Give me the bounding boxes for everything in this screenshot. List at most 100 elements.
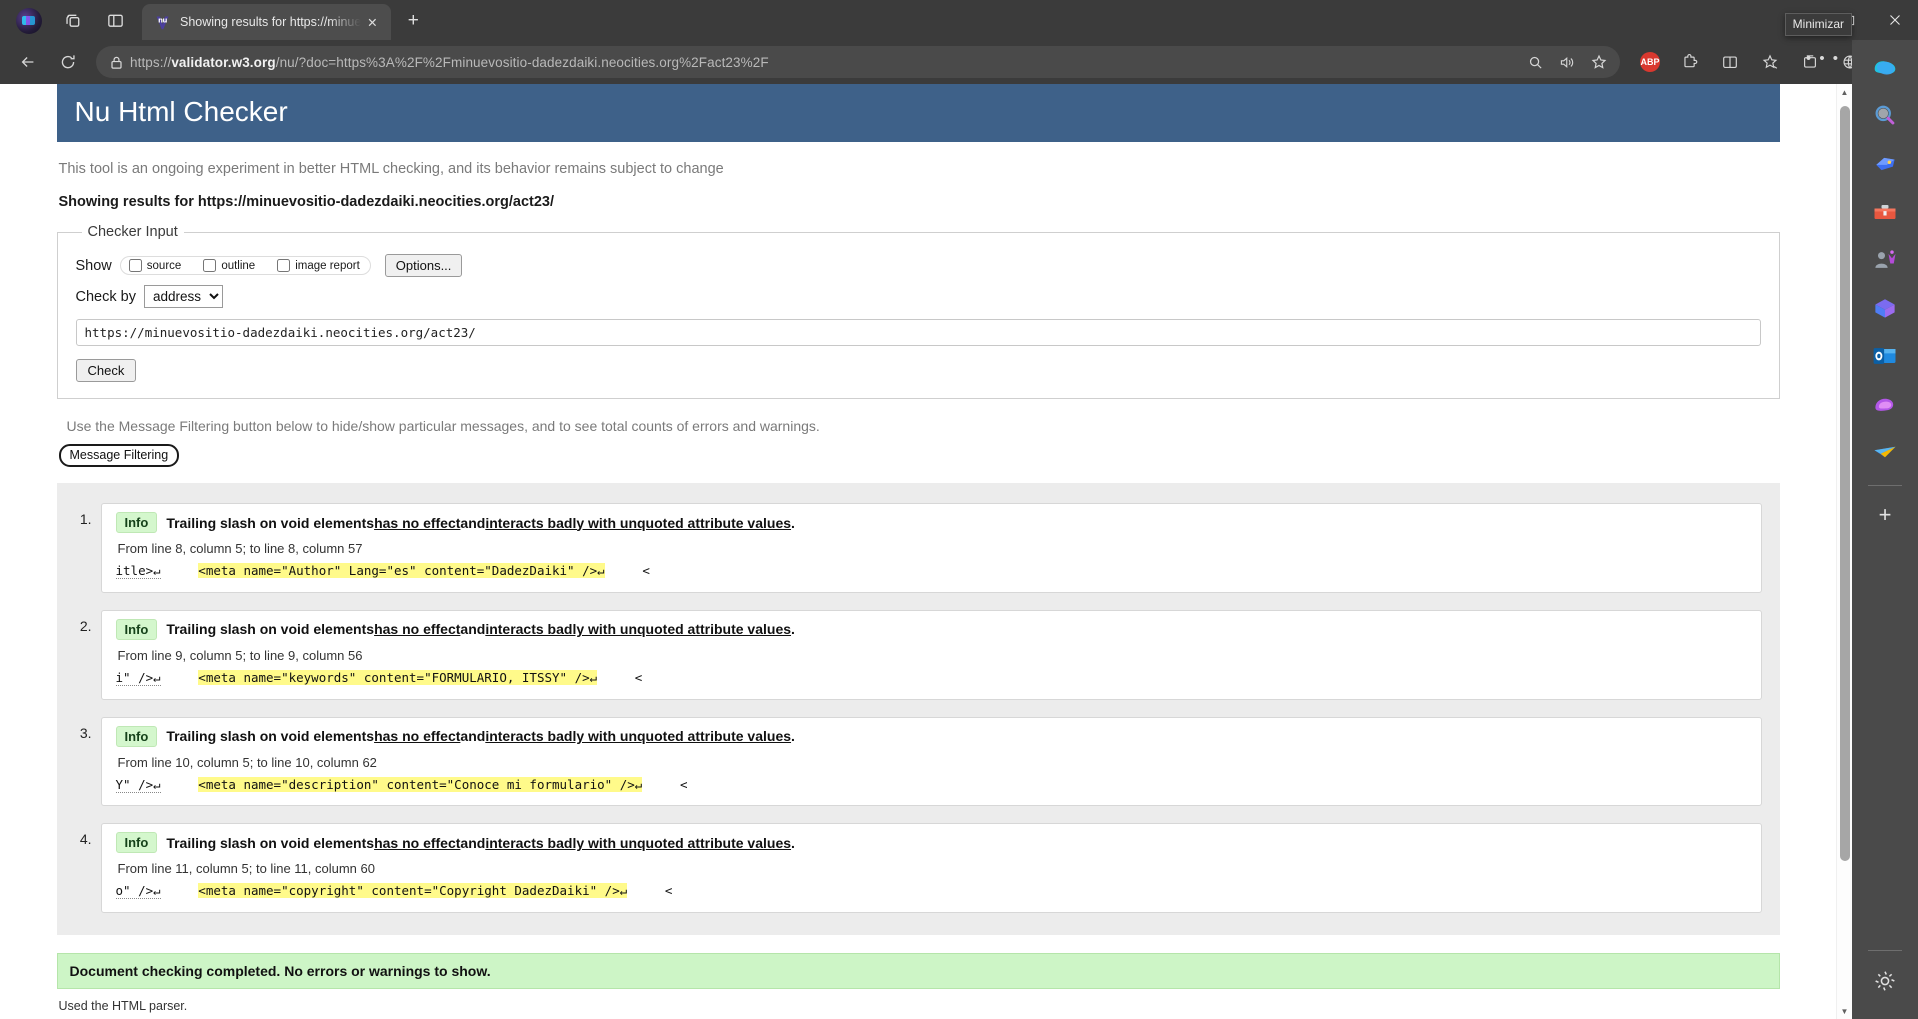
checkbox-outline[interactable]: outline	[203, 259, 255, 272]
search-icon[interactable]	[1520, 48, 1550, 76]
page-scrollbar[interactable]: ▲ ▼	[1836, 84, 1852, 1019]
message-text-mid: and	[460, 621, 486, 638]
search-icon[interactable]	[1865, 96, 1905, 136]
browser-tab[interactable]: nu Showing results for https://minue ✕	[142, 4, 392, 40]
extract-highlight: <meta name="description" content="Conoce…	[198, 776, 643, 792]
scrollbar-thumb[interactable]	[1840, 106, 1850, 861]
parser-info: Used the HTML parser.	[58, 999, 188, 1013]
sidebar-more-options-icon[interactable]: • • •	[1806, 50, 1840, 67]
extract-before: Y" />↵	[115, 776, 161, 793]
checkbox-source[interactable]: source	[128, 259, 181, 272]
message-card: Info Trailing slash on void elements has…	[100, 503, 1762, 593]
message-link-1[interactable]: has no effect	[374, 835, 460, 851]
checkbox-image-report[interactable]: image report	[277, 259, 360, 272]
message-link-2[interactable]: interacts badly with unquoted attribute …	[485, 835, 791, 851]
message-link-2[interactable]: interacts badly with unquoted attribute …	[485, 728, 791, 744]
new-tab-button[interactable]: +	[397, 6, 429, 36]
extract-after: <	[634, 669, 643, 685]
lead-paragraph: This tool is an ongoing experiment in be…	[58, 161, 724, 177]
check-by-row: Check by address	[76, 285, 1761, 308]
options-button[interactable]: Options...	[384, 254, 463, 277]
copilot-icon[interactable]	[1865, 48, 1905, 88]
extract-before: itle>↵	[115, 563, 161, 579]
message-location: From line 8, column 5; to line 8, column…	[117, 541, 363, 556]
checkbox-image-report-label: image report	[295, 259, 360, 272]
message-card: Info Trailing slash on void elements has…	[100, 823, 1762, 913]
address-bar[interactable]: https://validator.w3.org/nu/?doc=https%3…	[96, 46, 1620, 78]
message-number: 3.	[79, 724, 92, 741]
checkbox-outline-input[interactable]	[203, 259, 217, 272]
message-text-after: .	[791, 834, 795, 851]
message-number: 4.	[79, 831, 92, 848]
message-extract: o" />↵ <meta name="copyright" content="C…	[115, 882, 1747, 901]
address-input[interactable]	[75, 319, 1761, 346]
message-text-mid: and	[460, 514, 486, 531]
message-text-before: Trailing slash on void elements	[166, 728, 375, 744]
checkbox-image-report-input[interactable]	[277, 259, 291, 272]
check-by-select[interactable]: address	[143, 285, 223, 308]
sidebar-divider	[1868, 485, 1902, 486]
browser-window: nu Showing results for https://minue ✕ +…	[0, 0, 1918, 1019]
message-link-1[interactable]: has no effect	[374, 728, 460, 744]
favorites-icon[interactable]	[1753, 45, 1787, 79]
message-extract: Y" />↵ <meta name="description" content=…	[115, 776, 1747, 795]
drop-icon[interactable]	[1865, 384, 1905, 424]
outlook-icon[interactable]	[1865, 336, 1905, 376]
collections-icon[interactable]	[1865, 288, 1905, 328]
showing-results-heading: Showing results for https://minuevositio…	[58, 194, 555, 210]
extract-after: <	[642, 563, 650, 578]
check-button[interactable]: Check	[75, 359, 137, 382]
add-sidebar-app-button[interactable]: +	[1865, 495, 1905, 535]
scroll-up-arrow[interactable]: ▲	[1837, 84, 1852, 100]
message-item: 4. Info Trailing slash on void elements …	[75, 823, 1762, 913]
favorite-star-icon[interactable]	[1584, 48, 1614, 76]
message-filtering-button[interactable]: Message Filtering	[58, 444, 180, 467]
gear-icon[interactable]	[1865, 961, 1905, 1001]
url-path: /nu/?doc=https%3A%2F%2Fminuevositio-dade…	[275, 54, 769, 70]
message-text-before: Trailing slash on void elements	[166, 834, 375, 851]
message-link-1[interactable]: has no effect	[374, 515, 460, 531]
site-security-lock-icon[interactable]	[102, 55, 130, 70]
show-label: Show	[75, 257, 112, 274]
show-checkbox-group: source outline image report	[119, 256, 371, 275]
games-icon[interactable]	[1865, 240, 1905, 280]
message-link-1[interactable]: has no effect	[374, 621, 460, 637]
message-link-2[interactable]: interacts badly with unquoted attribute …	[485, 621, 791, 637]
message-headline: Info Trailing slash on void elements has…	[115, 618, 1747, 640]
profile-avatar[interactable]	[16, 8, 42, 34]
message-text-before: Trailing slash on void elements	[166, 621, 375, 638]
check-button-row: Check	[75, 346, 1761, 382]
extract-highlight: <meta name="copyright" content="Copyrigh…	[198, 883, 628, 899]
message-number: 2.	[79, 617, 92, 634]
message-headline: Info Trailing slash on void elements has…	[115, 725, 1747, 747]
page-viewport: Nu Html Checker This tool is an ongoing …	[0, 84, 1852, 1019]
extract-before: o" />↵	[115, 883, 161, 900]
message-text-mid: and	[460, 728, 486, 744]
split-screen-button[interactable]	[1713, 45, 1747, 79]
url-scheme: https://	[130, 54, 172, 70]
scroll-down-arrow[interactable]: ▼	[1837, 1003, 1852, 1019]
message-link-2[interactable]: interacts badly with unquoted attribute …	[485, 515, 791, 531]
nu-validator-favicon: nu	[154, 14, 171, 31]
url-text[interactable]: https://validator.w3.org/nu/?doc=https%3…	[130, 55, 1518, 70]
extract-after: <	[664, 883, 673, 899]
tab-actions-icon[interactable]	[56, 5, 90, 35]
message-extract: itle>↵ <meta name="Author" Lang="es" con…	[115, 562, 1747, 581]
paper-plane-icon[interactable]	[1865, 432, 1905, 472]
adblock-plus-icon[interactable]: ABP	[1633, 45, 1667, 79]
extract-after: <	[679, 776, 688, 792]
show-row: Show source outline image report Options…	[76, 254, 1761, 277]
page-content: This tool is an ongoing experiment in be…	[56, 161, 1780, 1019]
checkbox-source-input[interactable]	[128, 259, 142, 272]
read-aloud-icon[interactable]	[1552, 48, 1582, 76]
reload-button[interactable]	[51, 45, 85, 79]
close-window-button[interactable]	[1872, 0, 1918, 40]
message-text-after: .	[791, 621, 795, 638]
split-screen-icon[interactable]	[98, 5, 132, 35]
back-button[interactable]	[11, 45, 45, 79]
extensions-icon[interactable]	[1673, 45, 1707, 79]
tab-close-icon[interactable]: ✕	[361, 11, 383, 33]
tools-icon[interactable]	[1865, 192, 1905, 232]
adblock-badge-label: ABP	[1640, 52, 1660, 72]
shopping-tag-icon[interactable]	[1865, 144, 1905, 184]
